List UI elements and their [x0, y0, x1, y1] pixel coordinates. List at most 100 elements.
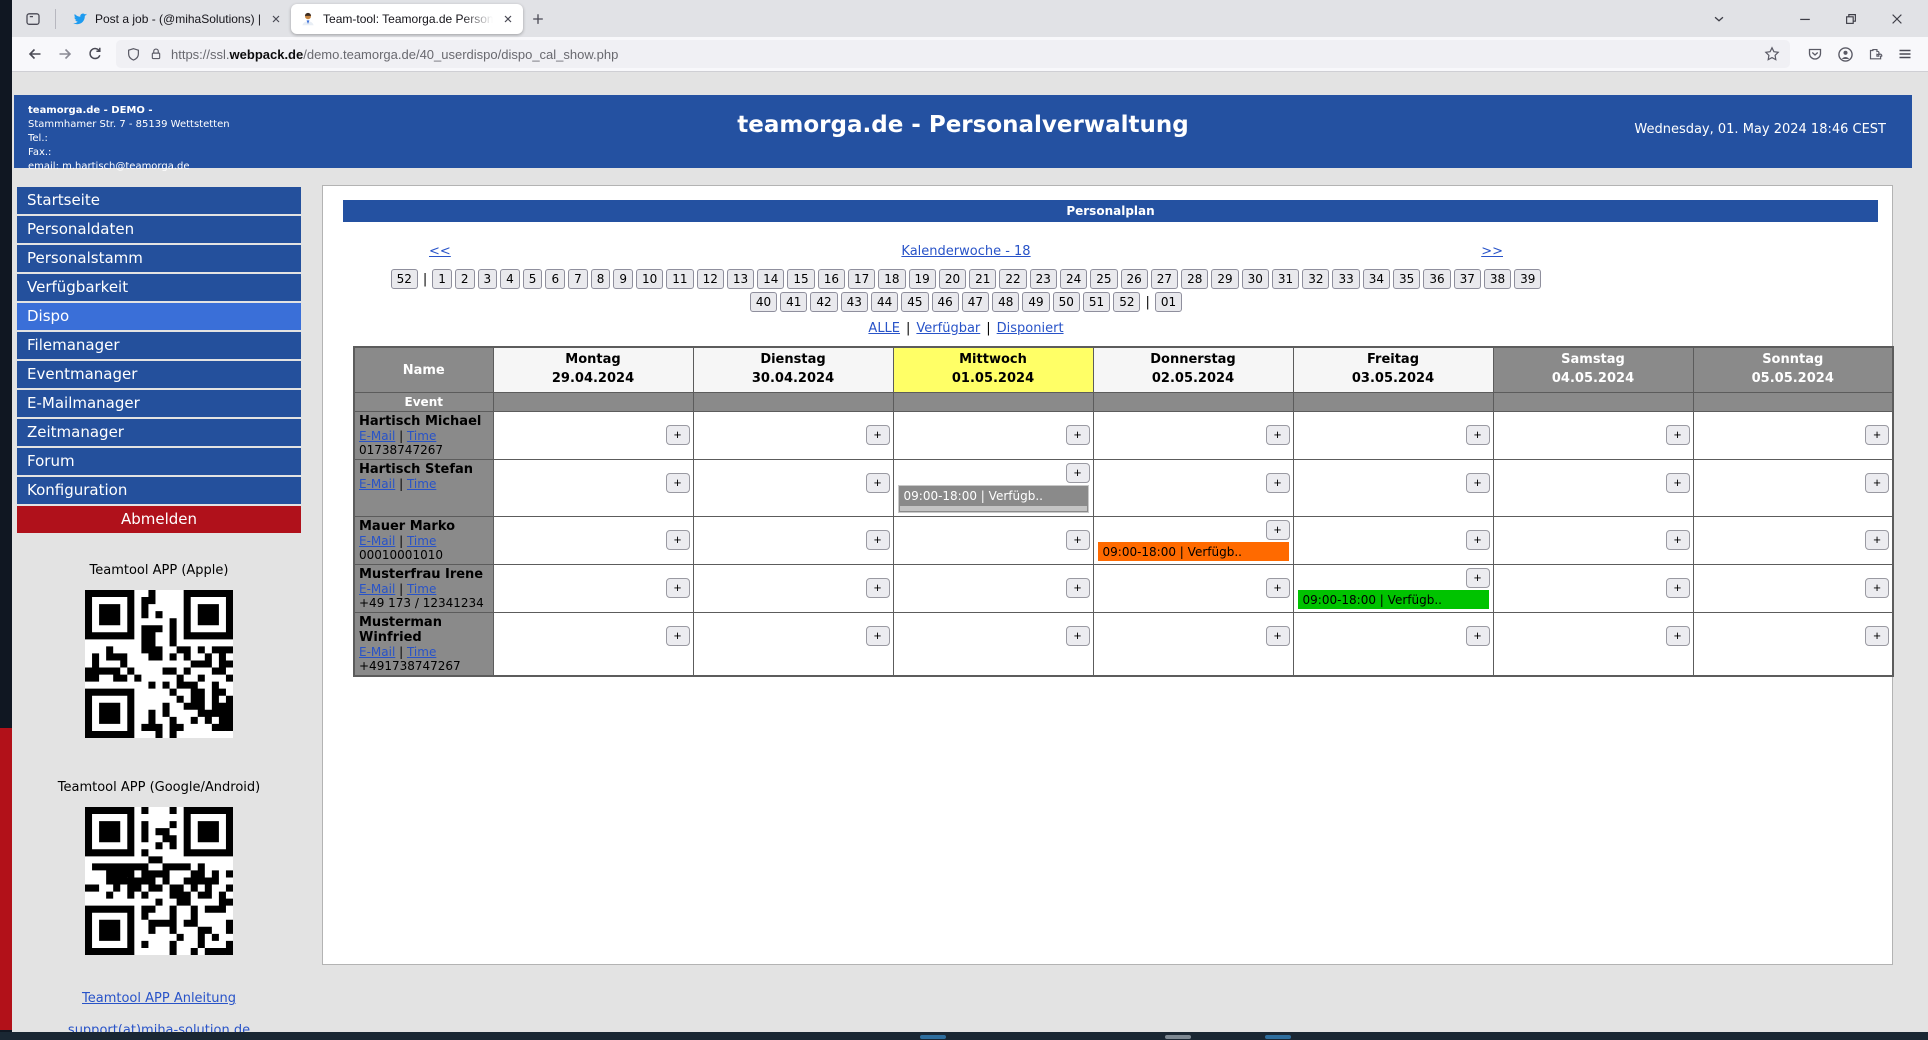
- forward-button[interactable]: [50, 40, 80, 68]
- week-button-19[interactable]: 19: [909, 269, 936, 289]
- add-entry-button[interactable]: +: [1666, 530, 1690, 550]
- add-entry-button[interactable]: +: [1865, 530, 1889, 550]
- taskbar-item[interactable]: [1265, 1035, 1291, 1039]
- filter-link-disponiert[interactable]: Disponiert: [997, 321, 1064, 336]
- week-button-17[interactable]: 17: [848, 269, 875, 289]
- week-button-5[interactable]: 5: [523, 269, 543, 289]
- add-entry-button[interactable]: +: [1066, 425, 1090, 445]
- add-entry-button[interactable]: +: [1266, 520, 1290, 540]
- sidebar-item-startseite[interactable]: Startseite: [17, 187, 301, 214]
- add-entry-button[interactable]: +: [866, 473, 890, 493]
- week-button-7[interactable]: 7: [568, 269, 588, 289]
- sidebar-item-filemanager[interactable]: Filemanager: [17, 332, 301, 359]
- add-entry-button[interactable]: +: [1865, 425, 1889, 445]
- add-entry-button[interactable]: +: [1466, 626, 1490, 646]
- e-mail-link[interactable]: E-Mail: [359, 582, 395, 596]
- add-entry-button[interactable]: +: [666, 425, 690, 445]
- week-button-38[interactable]: 38: [1484, 269, 1511, 289]
- week-button-51[interactable]: 51: [1083, 292, 1110, 312]
- add-entry-button[interactable]: +: [1066, 463, 1090, 483]
- week-button-28[interactable]: 28: [1181, 269, 1208, 289]
- tab-teamtool[interactable]: Team-tool: Teamorga.de Person: [291, 4, 523, 34]
- filter-link-verf-gbar[interactable]: Verfügbar: [916, 321, 980, 336]
- week-button-9[interactable]: 9: [613, 269, 633, 289]
- prev-week-link[interactable]: <<: [429, 244, 451, 259]
- week-button-12[interactable]: 12: [697, 269, 724, 289]
- add-entry-button[interactable]: +: [666, 530, 690, 550]
- add-entry-button[interactable]: +: [666, 626, 690, 646]
- week-button-50[interactable]: 50: [1053, 292, 1080, 312]
- close-icon[interactable]: [270, 13, 282, 25]
- week-button-3[interactable]: 3: [478, 269, 498, 289]
- week-button-37[interactable]: 37: [1454, 269, 1481, 289]
- add-entry-button[interactable]: +: [1865, 473, 1889, 493]
- add-entry-button[interactable]: +: [1066, 626, 1090, 646]
- week-button-49[interactable]: 49: [1022, 292, 1049, 312]
- sidebar-item-verf-gbarkeit[interactable]: Verfügbarkeit: [17, 274, 301, 301]
- sidebar-item-forum[interactable]: Forum: [17, 448, 301, 475]
- tracking-shield-icon[interactable]: [126, 47, 141, 62]
- maximize-button[interactable]: [1834, 4, 1868, 34]
- add-entry-button[interactable]: +: [1066, 530, 1090, 550]
- week-button-43[interactable]: 43: [841, 292, 868, 312]
- minimize-button[interactable]: [1788, 4, 1822, 34]
- week-button-18[interactable]: 18: [878, 269, 905, 289]
- week-button-01[interactable]: 01: [1155, 292, 1182, 312]
- close-window-button[interactable]: [1880, 4, 1914, 34]
- week-button-39[interactable]: 39: [1514, 269, 1541, 289]
- filter-link-alle[interactable]: ALLE: [868, 321, 900, 336]
- week-button-13[interactable]: 13: [727, 269, 754, 289]
- hamburger-menu-icon[interactable]: [1890, 40, 1920, 68]
- week-button-41[interactable]: 41: [780, 292, 807, 312]
- add-entry-button[interactable]: +: [1466, 425, 1490, 445]
- add-entry-button[interactable]: +: [1666, 473, 1690, 493]
- week-button-31[interactable]: 31: [1272, 269, 1299, 289]
- taskbar-item[interactable]: [1165, 1035, 1191, 1039]
- e-mail-link[interactable]: E-Mail: [359, 429, 395, 443]
- week-button-25[interactable]: 25: [1090, 269, 1117, 289]
- add-entry-button[interactable]: +: [1666, 626, 1690, 646]
- week-button-40[interactable]: 40: [750, 292, 777, 312]
- week-button-1[interactable]: 1: [432, 269, 452, 289]
- week-button-29[interactable]: 29: [1211, 269, 1238, 289]
- close-icon[interactable]: [502, 13, 514, 25]
- week-button-11[interactable]: 11: [666, 269, 693, 289]
- tab-post-a-job[interactable]: Post a job - (@mihaSolutions) |: [63, 4, 291, 34]
- lock-icon[interactable]: [149, 47, 163, 61]
- new-tab-button[interactable]: [523, 5, 553, 33]
- sidebar-item-e-mailmanager[interactable]: E-Mailmanager: [17, 390, 301, 417]
- add-entry-button[interactable]: +: [666, 578, 690, 598]
- list-all-tabs-button[interactable]: [1702, 4, 1736, 34]
- add-entry-button[interactable]: +: [866, 626, 890, 646]
- week-button-10[interactable]: 10: [636, 269, 663, 289]
- time-link[interactable]: Time: [407, 645, 436, 659]
- add-entry-button[interactable]: +: [1666, 425, 1690, 445]
- time-link[interactable]: Time: [407, 582, 436, 596]
- week-button-6[interactable]: 6: [545, 269, 565, 289]
- sidebar-item-eventmanager[interactable]: Eventmanager: [17, 361, 301, 388]
- add-entry-button[interactable]: +: [1466, 530, 1490, 550]
- week-button-14[interactable]: 14: [757, 269, 784, 289]
- week-button-34[interactable]: 34: [1363, 269, 1390, 289]
- week-button-52[interactable]: 52: [1113, 292, 1140, 312]
- event-entry-gray[interactable]: 09:00-18:00 | Verfügb..: [898, 485, 1089, 513]
- account-icon[interactable]: [1830, 40, 1860, 68]
- add-entry-button[interactable]: +: [866, 578, 890, 598]
- windows-taskbar[interactable]: [0, 1032, 1928, 1040]
- logout-button[interactable]: Abmelden: [17, 506, 301, 533]
- add-entry-button[interactable]: +: [866, 425, 890, 445]
- week-button-27[interactable]: 27: [1151, 269, 1178, 289]
- week-button-33[interactable]: 33: [1332, 269, 1359, 289]
- calendar-week-link[interactable]: Kalenderwoche - 18: [901, 244, 1030, 259]
- add-entry-button[interactable]: +: [1266, 578, 1290, 598]
- event-entry-orange[interactable]: 09:00-18:00 | Verfügb..: [1098, 542, 1289, 561]
- week-button-2[interactable]: 2: [455, 269, 475, 289]
- sidebar-item-zeitmanager[interactable]: Zeitmanager: [17, 419, 301, 446]
- week-button-47[interactable]: 47: [962, 292, 989, 312]
- url-bar[interactable]: https://ssl.webpack.de/demo.teamorga.de/…: [116, 40, 1790, 68]
- support-link[interactable]: support(at)miha-solution.de: [17, 1023, 301, 1032]
- firefox-view-button[interactable]: [18, 5, 48, 33]
- week-button-48[interactable]: 48: [992, 292, 1019, 312]
- add-entry-button[interactable]: +: [1666, 578, 1690, 598]
- week-button-46[interactable]: 46: [932, 292, 959, 312]
